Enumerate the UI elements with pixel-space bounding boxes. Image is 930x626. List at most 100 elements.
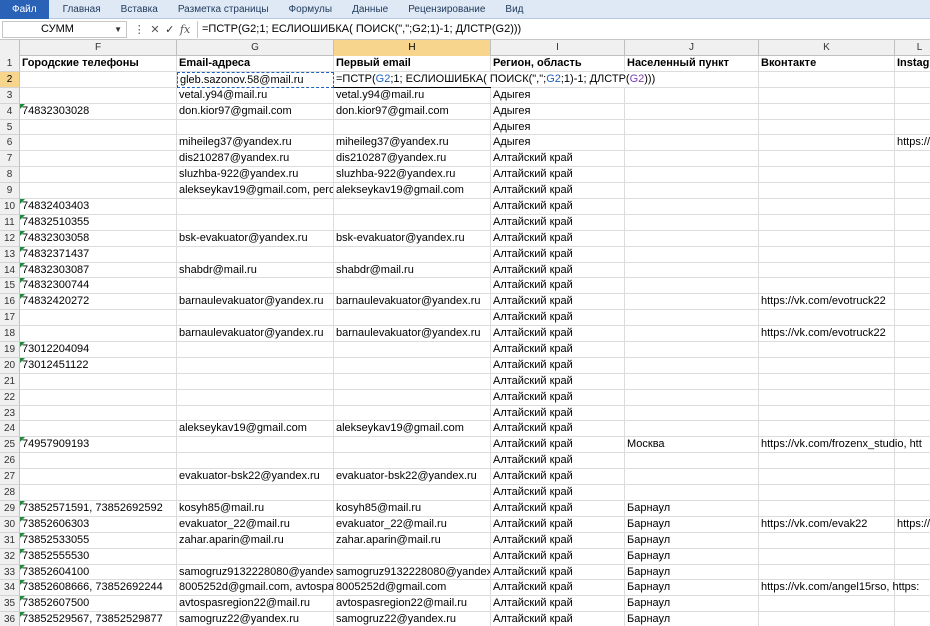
cell-i33[interactable]: Алтайский край [491,564,625,581]
cell-h12[interactable]: bsk-evakuator@yandex.ru [334,230,491,247]
cell-i14[interactable]: Алтайский край [491,262,625,279]
cell-j8[interactable] [625,167,759,184]
cell-k26[interactable] [759,453,895,470]
cell-j20[interactable] [625,357,759,374]
cell-g3[interactable]: vetal.y94@mail.ru [177,87,334,104]
cell-l26[interactable] [895,453,930,470]
cell-f3[interactable] [20,87,177,104]
cell-i5[interactable]: Адыгея [491,119,625,136]
cell-l33[interactable] [895,565,930,581]
cell-i31[interactable]: Алтайский край [491,532,625,549]
cell-i19[interactable]: Алтайский край [491,342,625,358]
row-header[interactable]: 3 [0,87,20,104]
cell-f13[interactable]: 74832371437 [20,246,177,263]
cell-l27[interactable] [895,469,930,486]
tab-file[interactable]: Файл [0,0,49,19]
cell-k9[interactable] [759,183,895,200]
insert-function-icon[interactable]: fx [180,23,190,36]
cell-l35[interactable] [895,596,930,613]
cell-g6[interactable]: miheileg37@yandex.ru [177,135,334,152]
cell-i15[interactable]: Алтайский край [491,278,625,295]
cell-f26[interactable] [20,453,177,470]
cell-i10[interactable]: Алтайский край [491,199,625,215]
cell-f18[interactable] [20,326,177,343]
cell-j15[interactable] [625,278,759,295]
cell-l30[interactable]: https:// [895,517,930,533]
cell-i28[interactable]: Алтайский край [491,485,625,501]
cell-k4[interactable] [759,103,895,120]
cell-h15[interactable] [334,278,491,295]
cancel-icon[interactable]: ✕ [150,23,159,36]
cell-l22[interactable] [895,390,930,406]
cell-j11[interactable] [625,214,759,231]
cell-j36[interactable]: Барнаул [625,612,759,626]
cell-k11[interactable] [759,214,895,231]
cell-h32[interactable] [334,548,491,565]
cell-g10[interactable] [177,199,334,215]
row-header[interactable]: 14 [0,262,20,279]
cell-l24[interactable] [895,421,930,438]
cell-h4[interactable]: don.kior97@gmail.com [334,103,491,120]
cell-h26[interactable] [334,453,491,470]
cell-i3[interactable]: Адыгея [491,87,625,104]
cell-h22[interactable] [334,389,491,406]
cell-l11[interactable] [895,215,930,231]
column-header-g[interactable]: G [177,40,334,56]
cell-i34[interactable]: Алтайский край [491,580,625,597]
cell-l28[interactable] [895,485,930,501]
cell-g31[interactable]: zahar.aparin@mail.ru [177,532,334,549]
column-header-h[interactable]: H [334,40,491,56]
cell-h18[interactable]: barnaulevakuator@yandex.ru [334,326,491,343]
cell-k5[interactable] [759,119,895,136]
cell-k36[interactable] [759,612,895,626]
cell-g25[interactable] [177,437,334,454]
row-header[interactable]: 24 [0,421,20,438]
row-header[interactable]: 4 [0,103,20,120]
cell-h8[interactable]: sluzhba-922@yandex.ru [334,167,491,184]
cell-f20[interactable]: 73012451122 [20,357,177,374]
cell-k33[interactable] [759,564,895,581]
cell-l32[interactable] [895,549,930,565]
cell-l12[interactable] [895,231,930,247]
cell-g27[interactable]: evakuator-bsk22@yandex.ru [177,469,334,486]
cell-l34[interactable] [895,580,930,597]
row-header[interactable]: 19 [0,342,20,358]
cell-j27[interactable] [625,469,759,486]
cell-f27[interactable] [20,469,177,486]
cell-h36[interactable]: samogruz22@yandex.ru [334,612,491,626]
cell-f25[interactable]: 74957909193 [20,437,177,454]
cell-h24[interactable]: alekseykav19@gmail.com [334,421,491,438]
cell-g19[interactable] [177,342,334,358]
cell-i18[interactable]: Алтайский край [491,326,625,343]
name-box[interactable]: СУММ ▼ [2,21,127,38]
cell-f2[interactable] [20,71,177,88]
cell-h7[interactable]: dis210287@yandex.ru [334,151,491,168]
cell-f8[interactable] [20,167,177,184]
cell-j35[interactable]: Барнаул [625,596,759,613]
cell-j17[interactable] [625,310,759,327]
cell-k16[interactable]: https://vk.com/evotruck22 [759,294,895,311]
cell-k6[interactable] [759,135,895,152]
cell-l7[interactable] [895,151,930,168]
cell-j21[interactable] [625,373,759,390]
cell-k24[interactable] [759,421,895,438]
cell-k7[interactable] [759,151,895,168]
chevron-down-icon[interactable]: ▼ [114,22,122,37]
cell-k28[interactable] [759,485,895,501]
cell-k30[interactable]: https://vk.com/evak22 [759,516,895,533]
cell-h2[interactable]: =ПСТР(G2;1; ЕСЛИОШИБКА( ПОИСК(",";G2;1)-… [334,71,656,88]
row-header[interactable]: 20 [0,357,20,374]
cell-k1[interactable]: Вконтакте [759,56,895,72]
cell-k27[interactable] [759,469,895,486]
cell-j30[interactable]: Барнаул [625,516,759,533]
cell-g28[interactable] [177,485,334,501]
cell-j4[interactable] [625,103,759,120]
cell-l10[interactable] [895,199,930,215]
cell-f14[interactable]: 74832303087 [20,262,177,279]
cell-f36[interactable]: 73852529567, 73852529877 [20,612,177,626]
cell-l1[interactable]: Instagram [895,56,930,72]
cell-j23[interactable] [625,405,759,422]
cell-h25[interactable] [334,437,491,454]
cell-f4[interactable]: 74832303028 [20,103,177,120]
row-header[interactable]: 28 [0,485,20,501]
